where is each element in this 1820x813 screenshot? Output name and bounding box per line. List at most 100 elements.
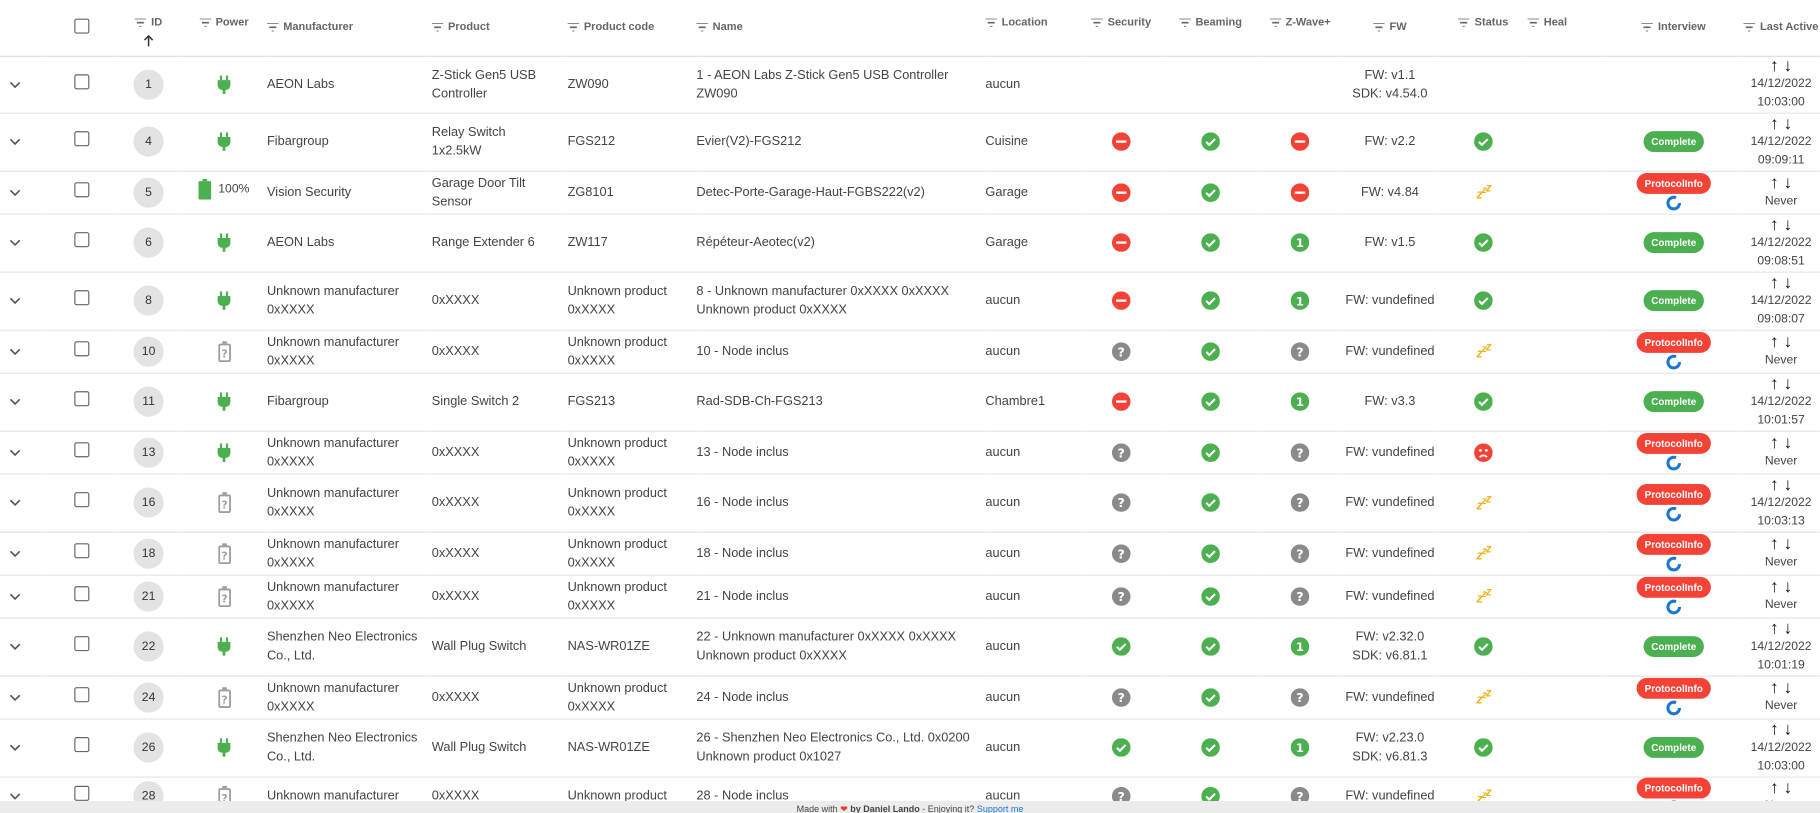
chevron-down-icon[interactable]: [9, 186, 21, 198]
chevron-down-icon[interactable]: [9, 742, 21, 754]
filter-icon[interactable]: [199, 18, 211, 27]
arrow-down-icon[interactable]: ↓: [1784, 678, 1793, 698]
table-row[interactable]: 5 100% Vision Security Garage Door Tilt Sens…: [0, 171, 1820, 214]
table-row[interactable]: 26 Shenzhen Neo Electronics Co., Ltd. Wall …: [0, 718, 1820, 777]
arrow-down-icon[interactable]: ↓: [1784, 577, 1793, 597]
chevron-down-icon[interactable]: [9, 446, 21, 458]
filter-icon[interactable]: [1091, 18, 1103, 27]
arrow-up-icon[interactable]: ↑: [1770, 272, 1779, 292]
arrow-down-icon[interactable]: ↓: [1784, 272, 1793, 292]
arrow-down-icon[interactable]: ↓: [1784, 474, 1793, 494]
row-checkbox[interactable]: [73, 686, 89, 702]
select-all-checkbox[interactable]: [73, 18, 89, 34]
arrow-up-icon[interactable]: ↑: [1770, 618, 1779, 638]
filter-icon[interactable]: [1641, 22, 1654, 32]
table-row[interactable]: 22 Shenzhen Neo Electronics Co., Ltd. Wall …: [0, 617, 1820, 676]
header-fw[interactable]: FW: [1341, 0, 1440, 56]
table-row[interactable]: 13 Unknown manufacturer 0xXXXX 0xXXXX Unknow…: [0, 431, 1820, 474]
header-security[interactable]: Security: [1081, 0, 1162, 56]
filter-icon[interactable]: [985, 18, 998, 27]
row-checkbox[interactable]: [73, 785, 89, 801]
row-checkbox[interactable]: [73, 290, 89, 306]
row-checkbox[interactable]: [73, 232, 89, 248]
chevron-down-icon[interactable]: [9, 641, 21, 653]
header-product-code[interactable]: Product code: [567, 0, 697, 56]
table-row[interactable]: 8 Unknown manufacturer 0xXXXX 0xXXXX Unknown…: [0, 272, 1820, 330]
filter-icon[interactable]: [1373, 22, 1385, 32]
arrow-down-icon[interactable]: ↓: [1784, 56, 1793, 76]
table-row[interactable]: 10? Unknown manufacturer 0xXXXX 0xXXXX Unkno…: [0, 330, 1820, 373]
row-checkbox[interactable]: [73, 131, 89, 147]
filter-icon[interactable]: [567, 22, 580, 32]
filter-icon[interactable]: [1527, 18, 1540, 27]
sort-ascending-icon[interactable]: [143, 34, 155, 48]
filter-icon[interactable]: [1743, 22, 1756, 32]
header-location[interactable]: Location: [985, 0, 1080, 56]
arrow-up-icon[interactable]: ↑: [1770, 332, 1779, 352]
table-row[interactable]: 11 Fibargroup Single Switch 2 FGS213 Rad-SDB…: [0, 373, 1820, 431]
header-manufacturer[interactable]: Manufacturer: [266, 0, 432, 56]
filter-icon[interactable]: [431, 22, 444, 32]
chevron-down-icon[interactable]: [9, 78, 21, 90]
arrow-down-icon[interactable]: ↓: [1784, 373, 1793, 393]
chevron-down-icon[interactable]: [9, 237, 21, 249]
arrow-down-icon[interactable]: ↓: [1784, 777, 1793, 797]
header-product[interactable]: Product: [431, 0, 568, 56]
table-row[interactable]: 4 Fibargroup Relay Switch 1x2.5kW FGS212 Evie…: [0, 113, 1820, 171]
arrow-down-icon[interactable]: ↓: [1784, 113, 1793, 133]
header-name[interactable]: Name: [696, 0, 985, 56]
table-row[interactable]: 18? Unknown manufacturer 0xXXXX 0xXXXX Unkno…: [0, 532, 1820, 575]
header-id[interactable]: ID: [116, 0, 181, 56]
arrow-up-icon[interactable]: ↑: [1770, 534, 1779, 554]
arrow-down-icon[interactable]: ↓: [1784, 173, 1793, 193]
row-checkbox[interactable]: [73, 636, 89, 652]
chevron-down-icon[interactable]: [9, 691, 21, 703]
filter-icon[interactable]: [696, 22, 709, 32]
arrow-down-icon[interactable]: ↓: [1784, 618, 1793, 638]
arrow-up-icon[interactable]: ↑: [1770, 577, 1779, 597]
arrow-down-icon[interactable]: ↓: [1784, 214, 1793, 234]
filter-icon[interactable]: [1269, 18, 1281, 27]
header-last-active[interactable]: Last Active: [1742, 0, 1820, 56]
row-checkbox[interactable]: [73, 585, 89, 601]
header-zwave-plus[interactable]: Z-Wave+: [1259, 0, 1340, 56]
header-heal[interactable]: Heal: [1527, 0, 1605, 56]
chevron-down-icon[interactable]: [9, 547, 21, 559]
table-row[interactable]: 21? Unknown manufacturer 0xXXXX 0xXXXX Unkno…: [0, 575, 1820, 618]
arrow-up-icon[interactable]: ↑: [1770, 678, 1779, 698]
header-interview[interactable]: Interview: [1605, 0, 1742, 56]
row-checkbox[interactable]: [73, 73, 89, 89]
arrow-up-icon[interactable]: ↑: [1770, 719, 1779, 739]
arrow-up-icon[interactable]: ↑: [1770, 373, 1779, 393]
arrow-up-icon[interactable]: ↑: [1770, 777, 1779, 797]
table-row[interactable]: 16? Unknown manufacturer 0xXXXX 0xXXXX Unkno…: [0, 474, 1820, 532]
arrow-up-icon[interactable]: ↑: [1770, 433, 1779, 453]
chevron-down-icon[interactable]: [9, 345, 21, 357]
arrow-up-icon[interactable]: ↑: [1770, 113, 1779, 133]
header-power[interactable]: Power: [181, 0, 267, 56]
table-row[interactable]: 24? Unknown manufacturer 0xXXXX 0xXXXX Unkno…: [0, 676, 1820, 719]
table-row[interactable]: 1 AEON Labs Z-Stick Gen5 USB Controller ZW09…: [0, 56, 1820, 113]
filter-icon[interactable]: [1458, 18, 1470, 27]
row-checkbox[interactable]: [73, 391, 89, 407]
arrow-down-icon[interactable]: ↓: [1784, 719, 1793, 739]
chevron-down-icon[interactable]: [9, 295, 21, 307]
arrow-down-icon[interactable]: ↓: [1784, 332, 1793, 352]
table-row[interactable]: 6 AEON Labs Range Extender 6 ZW117 Répéteur-…: [0, 214, 1820, 272]
row-checkbox[interactable]: [73, 492, 89, 508]
row-checkbox[interactable]: [73, 737, 89, 753]
arrow-up-icon[interactable]: ↑: [1770, 474, 1779, 494]
arrow-up-icon[interactable]: ↑: [1770, 214, 1779, 234]
chevron-down-icon[interactable]: [9, 590, 21, 602]
chevron-down-icon[interactable]: [9, 497, 21, 509]
filter-icon[interactable]: [134, 18, 147, 27]
row-checkbox[interactable]: [73, 542, 89, 558]
chevron-down-icon[interactable]: [9, 136, 21, 148]
arrow-up-icon[interactable]: ↑: [1770, 56, 1779, 76]
row-checkbox[interactable]: [73, 181, 89, 197]
header-status[interactable]: Status: [1439, 0, 1527, 56]
filter-icon[interactable]: [1179, 18, 1191, 27]
arrow-down-icon[interactable]: ↓: [1784, 534, 1793, 554]
chevron-down-icon[interactable]: [9, 396, 21, 408]
row-checkbox[interactable]: [73, 340, 89, 356]
